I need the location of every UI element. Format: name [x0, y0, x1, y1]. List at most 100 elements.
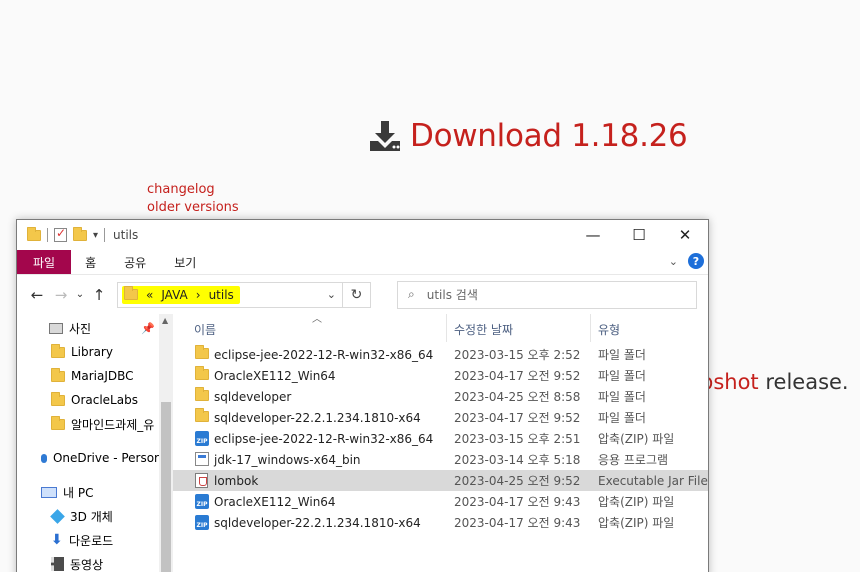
tab-share[interactable]: 공유 — [110, 250, 160, 274]
file-name: eclipse-jee-2022-12-R-win32-x86_64 — [214, 431, 434, 446]
folder-icon — [51, 367, 65, 382]
search-icon: ⌕ — [408, 287, 415, 301]
folder-icon — [195, 366, 209, 380]
scroll-up-icon[interactable]: ▲ — [162, 316, 168, 325]
folder-icon — [51, 415, 65, 430]
file-name: OracleXE112_Win64 — [214, 494, 336, 509]
file-name: OracleXE112_Win64 — [214, 368, 336, 383]
file-name: lombok — [214, 473, 259, 488]
pictures-icon — [49, 322, 63, 334]
folder-icon — [27, 226, 41, 241]
title-bar[interactable]: ▾ utils — ☐ ✕ — [17, 220, 708, 250]
downloads-icon: ⬇ — [51, 532, 63, 548]
nav-item-label: OracleLabs — [71, 393, 138, 407]
divider — [47, 228, 48, 242]
file-date: 2023-04-17 오전 9:43 — [454, 516, 581, 530]
overflow-chevron-icon[interactable]: « — [146, 288, 153, 302]
close-button[interactable]: ✕ — [662, 220, 708, 250]
breadcrumb-utils[interactable]: utils — [209, 288, 234, 302]
file-row-selected[interactable]: lombok 2023-04-25 오전 9:52 Executable Jar… — [173, 470, 708, 491]
nav-item-oraclelabs[interactable]: OracleLabs — [17, 388, 159, 412]
ribbon: 파일 홈 공유 보기 ⌄ ? — [17, 250, 708, 274]
file-row[interactable]: jdk-17_windows-x64_bin 2023-03-14 오후 5:1… — [173, 449, 708, 470]
older-versions-link[interactable]: older versions — [147, 200, 239, 215]
column-type[interactable]: 유형 — [598, 321, 620, 338]
scroll-thumb[interactable] — [161, 402, 171, 572]
file-type: 응용 프로그램 — [598, 453, 669, 467]
back-button[interactable]: ← — [25, 286, 49, 304]
folder-icon — [195, 408, 209, 422]
file-name: sqldeveloper — [214, 389, 292, 404]
folder-icon — [124, 286, 138, 300]
nav-item-almind[interactable]: 알마인드과제_유 — [17, 412, 159, 436]
nav-item-this-pc[interactable]: 내 PC — [17, 480, 159, 504]
help-icon[interactable]: ? — [688, 253, 704, 269]
breadcrumb-separator-icon[interactable]: › — [196, 288, 201, 302]
onedrive-icon — [41, 453, 47, 463]
file-row[interactable]: ZIP OracleXE112_Win64 2023-04-17 오전 9:43… — [173, 491, 708, 512]
search-input[interactable]: ⌕ utils 검색 — [397, 280, 697, 309]
address-bar[interactable]: « JAVA › utils ⌄ — [117, 281, 343, 308]
address-dropdown-icon[interactable]: ⌄ — [327, 288, 336, 301]
nav-item-label: 내 PC — [63, 485, 94, 500]
quick-access-toolbar: ▾ — [27, 226, 106, 242]
pin-icon[interactable]: 📌 — [141, 322, 155, 335]
file-date: 2023-03-15 오후 2:52 — [454, 348, 581, 362]
file-row[interactable]: ZIP eclipse-jee-2022-12-R-win32-x86_64 2… — [173, 428, 708, 449]
nav-item-downloads[interactable]: ⬇ 다운로드 — [17, 528, 159, 552]
properties-icon[interactable] — [54, 226, 67, 242]
new-folder-icon[interactable] — [73, 226, 87, 241]
file-date: 2023-04-25 오전 8:58 — [454, 390, 581, 404]
expand-ribbon-icon[interactable]: ⌄ — [669, 255, 678, 268]
file-type: 파일 폴더 — [598, 390, 646, 404]
minimize-button[interactable]: — — [570, 220, 616, 250]
forward-button[interactable]: → — [49, 286, 73, 304]
breadcrumb-java[interactable]: JAVA — [161, 288, 187, 302]
nav-scrollbar[interactable]: ▲ — [159, 314, 173, 572]
refresh-button[interactable]: ↻ — [343, 281, 371, 308]
tab-view[interactable]: 보기 — [160, 250, 210, 274]
nav-item-3d-objects[interactable]: 3D 개체 — [17, 504, 159, 528]
maximize-button[interactable]: ☐ — [616, 220, 662, 250]
nav-item-label: Library — [71, 345, 113, 359]
nav-item-label: 3D 개체 — [70, 509, 113, 524]
file-row[interactable]: OracleXE112_Win64 2023-04-17 오전 9:52 파일 … — [173, 365, 708, 386]
download-link[interactable]: Download 1.18.26 — [368, 118, 688, 154]
file-type: 파일 폴더 — [598, 348, 646, 362]
nav-item-mariajdbc[interactable]: MariaJDBC — [17, 364, 159, 388]
divider — [104, 228, 106, 242]
recent-locations-icon[interactable]: ⌄ — [73, 289, 87, 300]
jar-icon — [195, 473, 208, 488]
snapshot-text: pshot release. — [700, 370, 849, 394]
file-list: ︿ 이름 수정한 날짜 유형 eclipse-jee-2022-12-R-win… — [173, 314, 708, 572]
videos-icon — [51, 557, 64, 571]
file-date: 2023-03-14 오후 5:18 — [454, 453, 581, 467]
nav-item-videos[interactable]: 동영상 — [17, 552, 159, 572]
file-row[interactable]: sqldeveloper-22.2.1.234.1810-x64 2023-04… — [173, 407, 708, 428]
customize-toolbar-icon[interactable]: ▾ — [93, 230, 98, 241]
column-date-modified[interactable]: 수정한 날짜 — [454, 321, 513, 338]
nav-item-pictures[interactable]: 사진 📌 — [17, 316, 159, 340]
nav-item-onedrive[interactable]: OneDrive - Persor — [17, 446, 159, 470]
zip-icon: ZIP — [195, 431, 209, 446]
file-name: jdk-17_windows-x64_bin — [214, 452, 361, 467]
file-row[interactable]: ZIP sqldeveloper-22.2.1.234.1810-x64 202… — [173, 512, 708, 533]
search-placeholder: utils 검색 — [426, 288, 478, 302]
file-date: 2023-04-25 오전 9:52 — [454, 474, 581, 488]
column-divider[interactable] — [446, 314, 447, 342]
address-row: ← → ⌄ ↑ « JAVA › utils ⌄ ↻ ⌕ utils 검색 — [17, 274, 708, 314]
column-divider[interactable] — [590, 314, 591, 342]
file-date: 2023-04-17 오전 9:52 — [454, 369, 581, 383]
tab-home[interactable]: 홈 — [71, 250, 110, 274]
file-row[interactable]: eclipse-jee-2022-12-R-win32-x86_64 2023-… — [173, 344, 708, 365]
tab-file[interactable]: 파일 — [17, 250, 72, 274]
3d-objects-icon — [50, 508, 65, 524]
changelog-link[interactable]: changelog — [147, 182, 215, 197]
nav-item-library[interactable]: Library — [17, 340, 159, 364]
column-name[interactable]: 이름 — [194, 321, 216, 338]
up-button[interactable]: ↑ — [87, 286, 111, 304]
file-row[interactable]: sqldeveloper 2023-04-25 오전 8:58 파일 폴더 — [173, 386, 708, 407]
folder-icon — [195, 387, 209, 401]
exe-icon — [195, 452, 209, 466]
file-date: 2023-04-17 오전 9:43 — [454, 495, 581, 509]
